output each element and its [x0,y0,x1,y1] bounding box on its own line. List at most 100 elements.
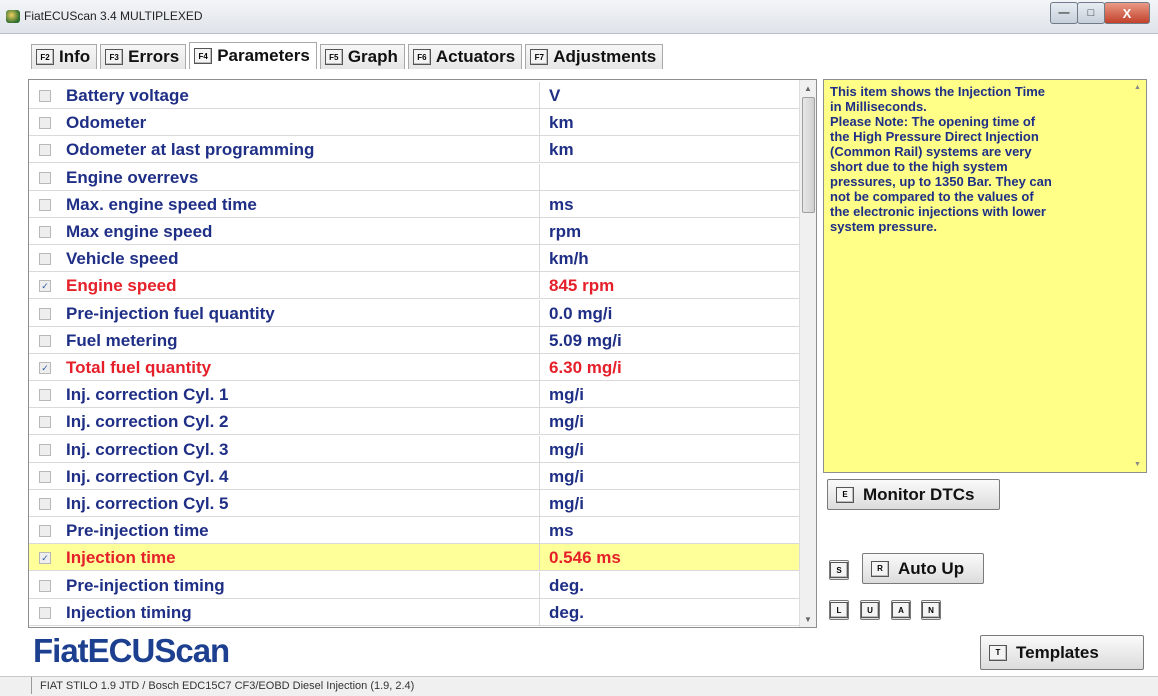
parameter-name: Fuel metering [66,330,178,350]
parameter-value: ms [549,194,574,214]
tab-graph[interactable]: F5 Graph [319,44,405,69]
tab-errors[interactable]: F3 Errors [100,44,187,69]
scroll-up-arrow-icon[interactable]: ▲ [1134,84,1141,91]
parameter-row[interactable]: Max engine speed rpm [29,218,799,245]
button-label: Templates [1016,642,1099,662]
parameter-row[interactable]: Inj. correction Cyl. 3 mg/i [29,435,799,463]
parameter-row[interactable]: Fuel metering 5.09 mg/i [29,326,799,354]
parameter-checkbox[interactable] [39,144,51,157]
parameter-name: Injection timing [66,602,192,622]
tab-label: Parameters [217,46,310,65]
f6-key-icon: F6 [412,49,431,65]
parameter-name: Odometer at last programming [66,140,315,160]
parameter-row[interactable]: Pre-injection timing deg. [29,571,799,599]
column-divider [539,354,540,380]
tab-label: Adjustments [553,47,657,66]
parameter-name: Max engine speed [66,222,213,241]
parameter-row[interactable]: Inj. correction Cyl. 2 mg/i [29,408,799,436]
button-label: Auto Up [898,558,965,578]
maximize-button[interactable]: □ [1077,2,1105,24]
parameter-row[interactable]: ✓ Injection time 0.546 ms [29,544,799,572]
column-divider [539,517,540,544]
parameter-checkbox[interactable] [39,198,51,211]
f2-key-icon: F2 [36,49,54,65]
parameter-checkbox[interactable] [39,253,51,266]
parameter-checkbox[interactable] [39,90,51,102]
parameter-checkbox[interactable] [39,606,51,619]
n-button[interactable]: N [921,600,941,620]
parameter-row[interactable]: Inj. correction Cyl. 1 mg/i [29,381,799,409]
parameter-checkbox[interactable] [39,525,51,538]
tab-label: Graph [347,47,398,66]
parameter-row[interactable]: Inj. correction Cyl. 4 mg/i [29,462,799,490]
l-button[interactable]: L [829,600,849,620]
parameter-checkbox[interactable]: ✓ [39,362,51,374]
r-key-icon: R [871,560,889,577]
e-key-icon: E [836,486,854,503]
parameter-checkbox[interactable] [39,389,51,402]
monitor-dtcs-button[interactable]: E Monitor DTCs [827,479,1000,510]
s-button[interactable]: S [829,560,849,580]
tab-actuators[interactable]: F6 Actuators [407,44,523,69]
parameter-checkbox[interactable] [39,470,51,483]
auto-up-button[interactable]: R Auto Up [862,553,984,584]
parameter-row[interactable]: ✓ Total fuel quantity 6.30 mg/i [29,354,799,381]
parameter-name: Inj. correction Cyl. 1 [66,385,229,405]
parameter-description: This item shows the Injection Time in Mi… [830,84,1052,234]
tab-parameters[interactable]: F4 Parameters [189,42,317,69]
f3-key-icon: F3 [105,49,124,65]
parameter-value: km/h [549,249,589,269]
parameter-checkbox[interactable] [39,307,51,320]
parameter-row[interactable]: Engine overrevs [29,163,799,191]
parameter-row[interactable]: Pre-injection time ms [29,517,799,545]
scroll-thumb[interactable] [802,97,815,213]
tab-info[interactable]: F2 Info [31,44,98,69]
parameter-row[interactable]: Injection timing deg. [29,598,799,626]
status-divider [31,677,32,694]
parameter-value: 0.0 mg/i [549,303,613,323]
parameter-checkbox[interactable] [39,171,51,184]
parameter-checkbox[interactable] [39,117,51,130]
parameter-checkbox[interactable] [39,416,51,429]
parameter-row[interactable]: Pre-injection fuel quantity 0.0 mg/i [29,299,799,327]
parameter-name: Engine overrevs [66,167,199,187]
parameter-name: Total fuel quantity [66,358,212,377]
parameter-row[interactable]: Inj. correction Cyl. 5 mg/i [29,490,799,517]
parameter-checkbox[interactable] [39,226,51,238]
scroll-down-arrow-icon[interactable]: ▼ [800,611,816,627]
parameter-value: mg/i [549,466,584,486]
scroll-up-arrow-icon[interactable]: ▲ [800,80,816,96]
tab-label: Actuators [435,47,516,66]
parameter-name: Battery voltage [66,86,189,105]
parameter-row[interactable]: Battery voltage V [29,82,799,109]
parameter-row[interactable]: Odometer km [29,109,799,137]
parameter-checkbox[interactable]: ✓ [39,280,51,293]
parameter-checkbox[interactable] [39,443,51,456]
description-scrollbar[interactable]: ▲ ▼ [1130,80,1146,472]
parameter-row[interactable]: Vehicle speed km/h [29,245,799,273]
u-button[interactable]: U [860,600,880,620]
close-button[interactable]: X [1104,2,1150,24]
parameter-checkbox[interactable] [39,498,51,510]
parameter-name: Odometer [66,113,147,133]
parameter-checkbox[interactable] [39,334,51,347]
parameter-row[interactable]: Max. engine speed time ms [29,190,799,218]
parameter-list[interactable]: Battery voltage V Odometer km Odometer at la… [28,79,817,628]
templates-button[interactable]: T Templates [980,635,1144,670]
tab-adjustments[interactable]: F7 Adjustments [525,44,664,69]
column-divider [539,272,540,299]
parameter-row[interactable]: Odometer at last programming km [29,136,799,164]
minimize-button[interactable]: — [1050,2,1078,24]
button-label: Monitor DTCs [863,484,975,504]
parameter-checkbox[interactable]: ✓ [39,552,51,565]
status-bar: FIAT STILO 1.9 JTD / Bosch EDC15C7 CF3/E… [0,676,1158,696]
column-divider [539,544,540,571]
column-divider [539,408,540,435]
scroll-down-arrow-icon[interactable]: ▼ [1134,461,1141,468]
a-button[interactable]: A [891,600,911,620]
parameter-row[interactable]: ✓ Engine speed 845 rpm [29,272,799,300]
parameter-value: 845 rpm [549,276,615,296]
parameter-checkbox[interactable] [39,579,51,592]
list-scrollbar[interactable]: ▲ ▼ [799,80,816,627]
vehicle-ecu-status: FIAT STILO 1.9 JTD / Bosch EDC15C7 CF3/E… [40,680,415,692]
